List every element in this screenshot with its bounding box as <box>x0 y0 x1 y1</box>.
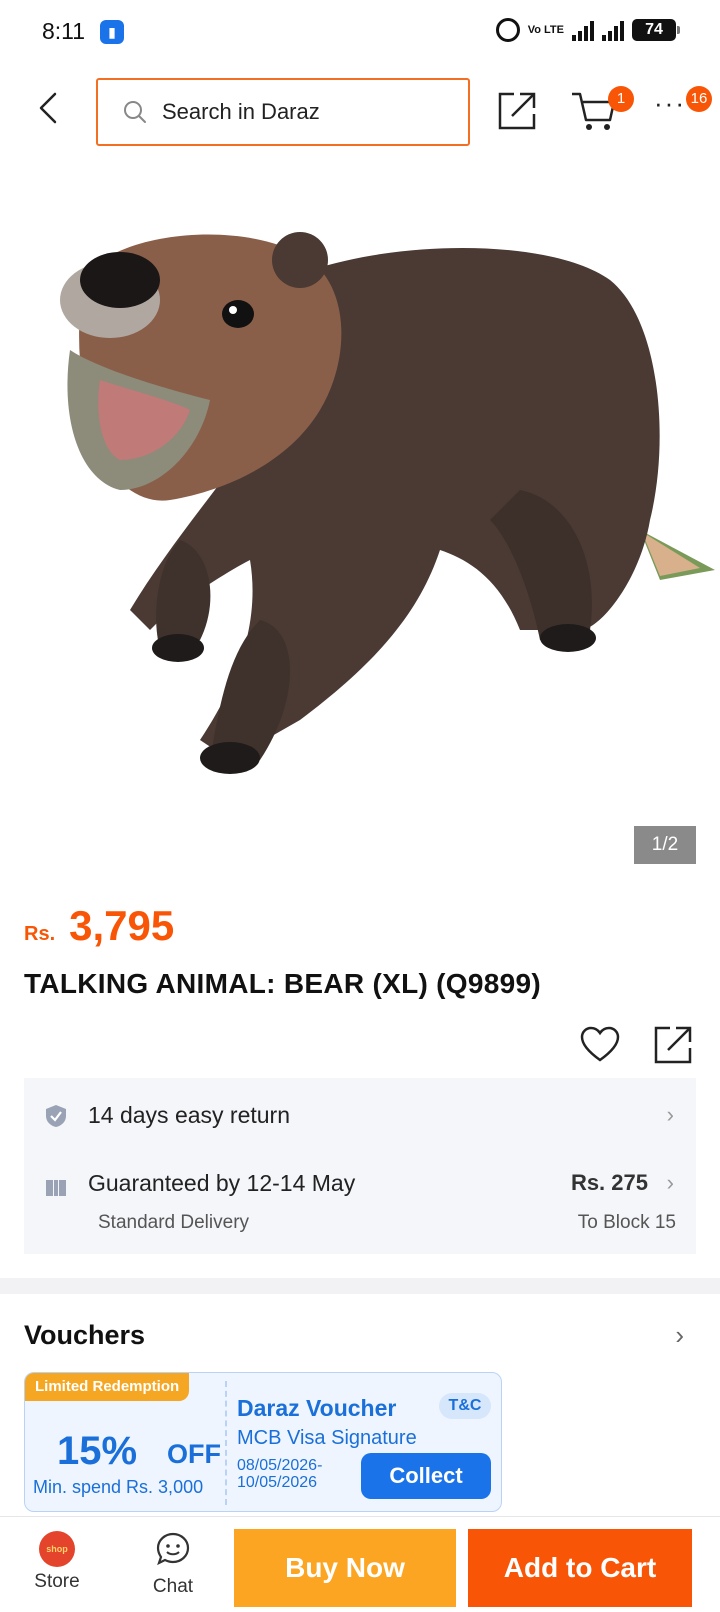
price-value: 3,795 <box>69 902 175 949</box>
voucher-percent: 15% <box>57 1429 138 1473</box>
chat-icon <box>156 1532 190 1566</box>
product-title: TALKING ANIMAL: BEAR (XL) (Q9899) <box>24 968 542 999</box>
return-policy-row[interactable]: 14 days easy return › <box>24 1078 696 1158</box>
store-logo-icon: shop <box>39 1531 75 1567</box>
chevron-right-icon: › <box>666 1170 674 1195</box>
delivery-guarantee-text: Guaranteed by 12-14 May <box>88 1170 356 1196</box>
return-policy-text: 14 days easy return <box>88 1102 291 1128</box>
back-button[interactable] <box>30 88 70 128</box>
chevron-right-icon: › <box>666 1102 674 1127</box>
delivery-type: Standard Delivery <box>98 1212 250 1233</box>
volte-label: Vo LTE <box>527 23 564 36</box>
voucher-separator <box>225 1381 227 1505</box>
status-time: 8:11 <box>42 18 86 44</box>
voucher-name: Daraz Voucher <box>237 1395 397 1421</box>
status-bar: 8:11 ▮ Vo LTE 74 <box>0 0 720 66</box>
service-panel: 14 days easy return › Guaranteed by 12-1… <box>24 1078 696 1254</box>
search-placeholder: Search in Daraz <box>162 99 320 124</box>
product-image[interactable] <box>0 160 720 870</box>
alarm-icon <box>495 18 520 42</box>
price: Rs. 3,795 <box>24 902 174 950</box>
voucher-card: Limited Redemption 15% OFF Min. spend Rs… <box>24 1372 502 1512</box>
voucher-min-spend: Min. spend Rs. 3,000 <box>33 1477 204 1497</box>
chat-button[interactable]: Chat <box>140 1529 206 1605</box>
cart-count-badge: 1 <box>608 86 634 112</box>
store-label: Store <box>34 1571 80 1592</box>
heart-icon <box>580 1026 620 1062</box>
signal-icon <box>572 19 594 41</box>
battery-indicator: 74 <box>632 19 680 41</box>
package-icon <box>44 1174 68 1198</box>
bottom-action-bar: shop Store Chat Buy Now Add to Cart <box>0 1516 720 1612</box>
shield-check-icon <box>44 1104 68 1128</box>
voucher-off-label: OFF <box>167 1439 221 1469</box>
voucher-discount: Limited Redemption 15% OFF Min. spend Rs… <box>25 1373 225 1511</box>
store-button[interactable]: shop Store <box>24 1529 90 1605</box>
notification-count-badge: 16 <box>686 86 712 112</box>
search-input[interactable]: Search in Daraz <box>96 78 470 146</box>
image-counter: 1/2 <box>634 826 696 864</box>
wishlist-button[interactable] <box>580 1026 620 1064</box>
voucher-dates: 08/05/2026-10/05/2026 <box>237 1457 323 1491</box>
share-icon <box>654 1026 692 1064</box>
price-currency: Rs. <box>24 923 56 945</box>
signal-icon-2 <box>602 19 624 41</box>
section-divider <box>0 1278 720 1294</box>
product-share-button[interactable] <box>652 1024 694 1066</box>
vouchers-title: Vouchers <box>24 1320 146 1350</box>
delivery-row[interactable]: Guaranteed by 12-14 May Standard Deliver… <box>24 1158 696 1254</box>
share-icon <box>498 92 536 130</box>
vouchers-more-button[interactable]: › <box>675 1320 684 1351</box>
add-to-cart-button[interactable]: Add to Cart <box>468 1529 692 1607</box>
voucher-card-type: MCB Visa Signature <box>237 1427 417 1449</box>
share-button[interactable] <box>496 90 538 132</box>
bear-toy-image <box>60 232 715 774</box>
search-icon <box>124 101 146 123</box>
top-header: Search in Daraz 1 ··· 16 <box>0 66 720 160</box>
chevron-left-icon <box>39 92 57 124</box>
flashlight-icon: ▮ <box>100 20 124 44</box>
chat-label: Chat <box>152 1576 194 1597</box>
status-icons: Vo LTE 74 <box>495 18 680 42</box>
collect-button[interactable]: Collect <box>361 1453 491 1499</box>
delivery-location: To Block 15 <box>577 1212 676 1233</box>
buy-now-button[interactable]: Buy Now <box>234 1529 456 1607</box>
limited-redemption-tag: Limited Redemption <box>25 1373 190 1401</box>
terms-button[interactable]: T&C <box>439 1393 491 1419</box>
delivery-fee: Rs. 275 <box>570 1170 648 1195</box>
